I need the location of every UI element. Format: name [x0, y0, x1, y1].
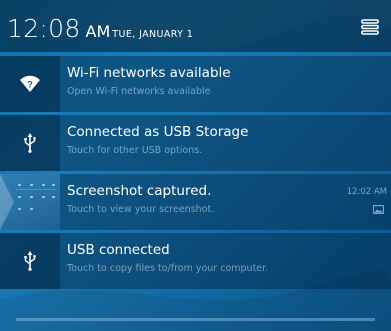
gallery-icon — [373, 205, 384, 214]
notification-icon-box — [0, 233, 60, 289]
notification-title: USB connected — [67, 242, 170, 258]
usb-icon — [24, 251, 36, 271]
clock-time: 12:08 — [7, 14, 81, 43]
notification-usb-connected[interactable]: USB connected Touch to copy files to/fro… — [0, 233, 391, 289]
notification-icon-box — [0, 115, 60, 171]
usb-icon — [24, 133, 36, 153]
status-header: 12:08 AM TUE, JANUARY 1 — [0, 0, 391, 52]
notification-usb-storage[interactable]: Connected as USB Storage Touch for other… — [0, 115, 391, 171]
screenshot-thumbnail — [0, 174, 60, 230]
drag-handle[interactable] — [16, 318, 375, 321]
notification-time: 12:02 AM — [346, 187, 387, 197]
quick-settings-button[interactable] — [359, 16, 381, 38]
notification-title: Connected as USB Storage — [67, 124, 249, 140]
notification-subtitle: Open Wi-Fi networks available — [67, 86, 211, 97]
notification-screenshot[interactable]: Screenshot captured. Touch to view your … — [0, 174, 391, 230]
notification-title: Wi-Fi networks available — [67, 65, 231, 81]
clock: 12:08 AM TUE, JANUARY 1 — [7, 14, 193, 44]
quick-settings-icon — [361, 19, 379, 35]
wifi-question-icon: ? — [20, 75, 40, 92]
notification-subtitle: Touch for other USB options. — [67, 145, 203, 156]
notification-title: Screenshot captured. — [67, 183, 212, 199]
notification-subtitle: Touch to copy files to/from your compute… — [67, 263, 269, 274]
notification-wifi[interactable]: ? Wi-Fi networks available Open Wi-Fi ne… — [0, 56, 391, 112]
notification-subtitle: Touch to view your screenshot. — [67, 204, 215, 215]
clock-date: TUE, JANUARY 1 — [112, 29, 194, 40]
notification-icon-box: ? — [0, 56, 60, 112]
svg-text:?: ? — [27, 80, 33, 90]
clock-ampm: AM — [85, 22, 111, 41]
